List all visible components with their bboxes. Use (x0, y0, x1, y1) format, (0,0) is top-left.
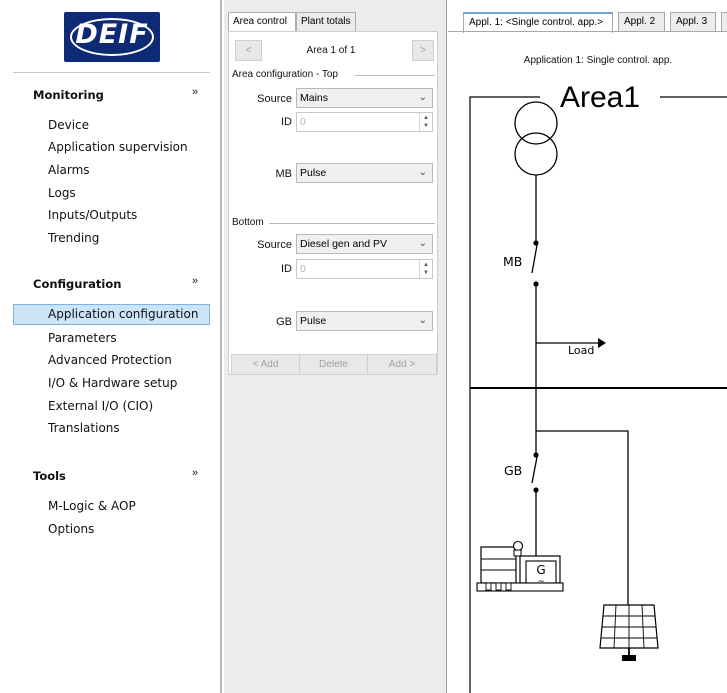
nav-item-advanced-protection[interactable]: Advanced Protection (48, 353, 172, 367)
section-tools[interactable]: Tools (33, 469, 66, 483)
top-breaker-select[interactable]: Pulse ⌄ (296, 163, 433, 183)
nav-item-parameters[interactable]: Parameters (48, 331, 117, 345)
tab-plant-totals[interactable]: Plant totals (296, 12, 356, 32)
bottom-id-label: ID (281, 263, 292, 275)
next-area-button[interactable]: > (412, 40, 434, 61)
delete-button[interactable]: Delete (299, 354, 368, 375)
mb-label: MB (503, 254, 522, 269)
spin-arrows-icon[interactable]: ▲ ▼ (419, 260, 432, 278)
genset-icon[interactable] (476, 540, 564, 592)
collapse-icon[interactable]: » (192, 275, 198, 287)
group-bottom-title: Bottom (232, 217, 264, 228)
group-top-title: Area configuration - Top (232, 69, 338, 80)
application-caption: Application 1: Single control. app. (523, 55, 673, 66)
gb-label: GB (504, 463, 522, 478)
gen-symbol: G (536, 563, 545, 577)
chevron-down-icon: ⌄ (418, 315, 427, 326)
collapse-icon[interactable]: » (192, 467, 198, 479)
mb-breaker-icon[interactable] (531, 240, 539, 287)
nav-item-translations[interactable]: Translations (48, 421, 120, 435)
group-bottom-divider (269, 223, 435, 224)
tab-appl-4[interactable]: A (721, 12, 727, 32)
logo-area: DEIF (0, 0, 222, 72)
solar-panel-icon[interactable] (599, 604, 659, 649)
spin-arrows-icon[interactable]: ▲ ▼ (419, 113, 432, 131)
top-source-label: Source (257, 93, 292, 105)
bottom-breaker-select[interactable]: Pulse ⌄ (296, 311, 433, 331)
chevron-down-icon: ⌄ (418, 167, 427, 178)
top-id-value: 0 (300, 116, 306, 128)
nav-item-alarms[interactable]: Alarms (48, 163, 90, 177)
sidebar: DEIF Monitoring » Device Application sup… (0, 0, 222, 693)
add-left-button[interactable]: < Add (231, 354, 300, 375)
chevron-down-icon: ⌄ (418, 238, 427, 249)
nav-item-logs[interactable]: Logs (48, 186, 76, 200)
bottom-source-value: Diesel gen and PV (300, 238, 387, 250)
gb-breaker-icon[interactable] (531, 452, 539, 493)
nav-item-inputs-outputs[interactable]: Inputs/Outputs (48, 208, 137, 222)
top-id-input[interactable]: 0 ▲ ▼ (296, 112, 433, 132)
nav-item-application-supervision[interactable]: Application supervision (48, 140, 188, 154)
top-source-value: Mains (300, 92, 329, 104)
bottom-source-label: Source (257, 239, 292, 251)
tab-appl-2[interactable]: Appl. 2 (618, 12, 665, 32)
tab-strip-baseline (448, 31, 727, 32)
area-frame (469, 96, 727, 693)
group-top-divider (355, 75, 435, 76)
top-breaker-label: MB (275, 168, 293, 180)
section-monitoring[interactable]: Monitoring (33, 88, 104, 102)
nav-item-trending[interactable]: Trending (48, 231, 99, 245)
nav-item-options[interactable]: Options (48, 522, 94, 536)
bottom-breaker-label: GB (276, 316, 292, 328)
deif-logo: DEIF (64, 12, 160, 62)
tab-appl-3[interactable]: Appl. 3 (670, 12, 716, 32)
section-configuration[interactable]: Configuration (33, 277, 121, 291)
nav-item-device[interactable]: Device (48, 118, 89, 132)
top-id-label: ID (281, 116, 292, 128)
top-breaker-value: Pulse (300, 167, 327, 179)
chevron-down-icon: ⌄ (418, 92, 427, 103)
bottom-source-select[interactable]: Diesel gen and PV ⌄ (296, 234, 433, 254)
bottom-breaker-value: Pulse (300, 315, 327, 327)
prev-area-button[interactable]: < (235, 40, 262, 61)
ground-icon (622, 648, 636, 661)
gen-wave: ~ (537, 577, 545, 587)
tab-area-control[interactable]: Area control (228, 12, 296, 33)
transformer-icon[interactable] (514, 101, 558, 176)
load-label: Load (568, 344, 594, 357)
nav-item-io-hardware-setup[interactable]: I/O & Hardware setup (48, 376, 177, 390)
bottom-id-value: 0 (300, 263, 306, 275)
bottom-id-input[interactable]: 0 ▲ ▼ (296, 259, 433, 279)
area-control-panel: < Area 1 of 1 > Area configuration - Top… (228, 31, 438, 375)
tab-appl-1[interactable]: Appl. 1: <Single control. app.> (463, 12, 613, 33)
nav-item-application-configuration[interactable]: Application configuration (13, 304, 210, 325)
logo-divider (13, 72, 210, 73)
single-line-diagram: Area1 MB Load GB G ~ (469, 81, 727, 693)
top-source-select[interactable]: Mains ⌄ (296, 88, 433, 108)
nav-item-external-io[interactable]: External I/O (CIO) (48, 399, 153, 413)
collapse-icon[interactable]: » (192, 86, 198, 98)
nav-item-m-logic-aop[interactable]: M-Logic & AOP (48, 499, 136, 513)
area-pager-label: Area 1 of 1 (306, 45, 356, 56)
logo-text: DEIF (75, 19, 149, 50)
add-right-button[interactable]: Add > (367, 354, 437, 375)
area-title: Area1 (560, 81, 640, 114)
